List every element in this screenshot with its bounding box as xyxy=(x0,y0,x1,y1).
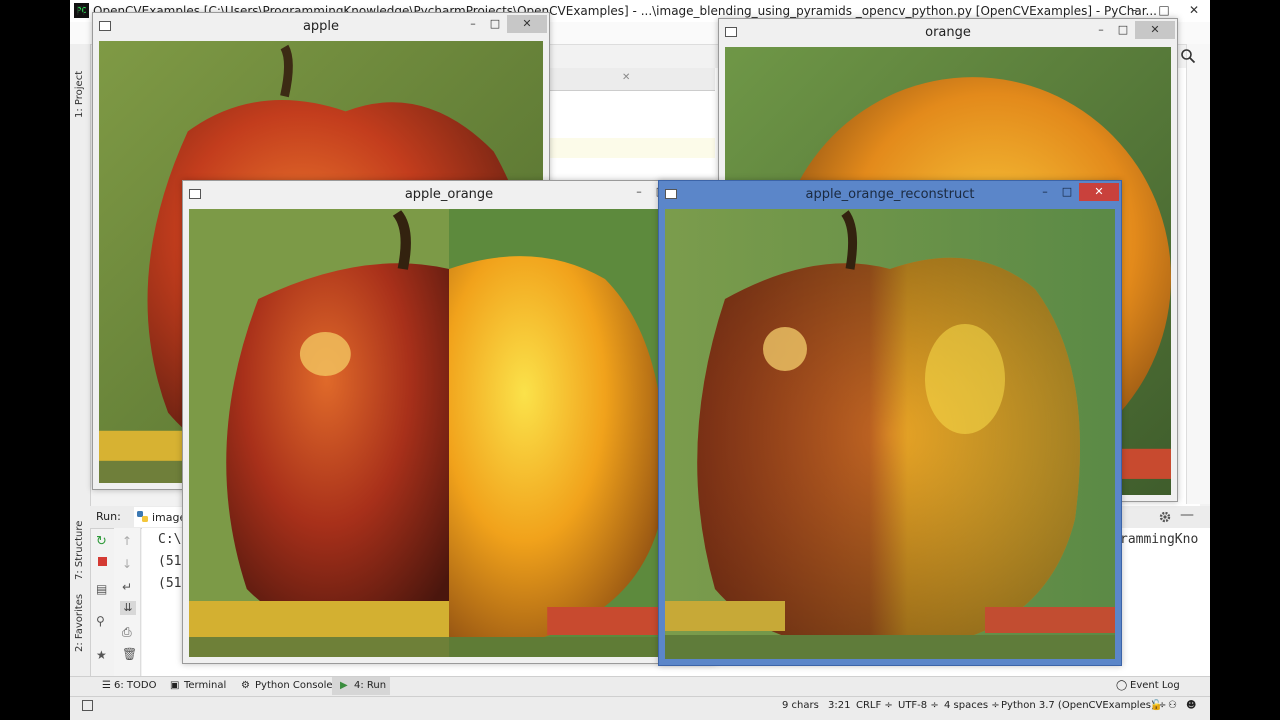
status-selection: 9 chars xyxy=(782,700,819,711)
maximize-button[interactable]: □ xyxy=(1113,21,1133,39)
maximize-button[interactable]: □ xyxy=(485,15,505,33)
close-button[interactable]: ✕ xyxy=(1079,183,1119,201)
rerun-icon[interactable]: ↻ xyxy=(96,534,107,549)
tab-favorites[interactable]: 2: Favorites xyxy=(74,594,85,652)
pin-icon[interactable]: ⚲ xyxy=(96,614,105,628)
minimize-button[interactable]: – xyxy=(1091,21,1111,39)
python-file-icon xyxy=(137,511,148,522)
favorites-star-icon[interactable]: ★ xyxy=(96,648,107,662)
window-orange-titlebar[interactable]: orange – □ ✕ xyxy=(719,19,1177,47)
run-panel-label: Run: xyxy=(96,510,121,523)
window-reconstruct-titlebar[interactable]: apple_orange_reconstruct – □ ✕ xyxy=(659,181,1121,209)
minimize-button[interactable]: – xyxy=(629,183,649,201)
search-icon[interactable] xyxy=(1180,48,1196,64)
layout-icon[interactable]: ▤ xyxy=(96,582,107,596)
tool-terminal[interactable]: Terminal xyxy=(184,680,226,691)
terminal-icon: ▣ xyxy=(170,680,180,691)
inspector-icon[interactable]: ☻ xyxy=(1186,700,1196,711)
tool-python-console[interactable]: Python Console xyxy=(255,680,333,691)
apple-orange-image-graphic xyxy=(189,209,709,657)
status-indent[interactable]: 4 spaces ÷ xyxy=(944,700,1000,711)
hide-panel-icon[interactable]: — xyxy=(1180,507,1194,523)
status-line-separator[interactable]: CRLF ÷ xyxy=(856,700,893,711)
stop-icon[interactable] xyxy=(98,557,107,566)
editor-tab-bar xyxy=(550,68,715,91)
tab-project[interactable]: 1: Project xyxy=(74,71,85,118)
tool-todo[interactable]: 6: TODO xyxy=(114,680,156,691)
run-tool-icon: ▶ xyxy=(340,680,348,691)
console-line: C:\ xyxy=(158,532,182,547)
ide-close-button[interactable]: ✕ xyxy=(1180,0,1208,20)
status-caret-position[interactable]: 3:21 xyxy=(828,700,850,711)
todo-icon: ☰ xyxy=(102,680,111,691)
editor-tab-close-icon[interactable]: ✕ xyxy=(622,72,630,83)
git-icon[interactable]: ⚇ xyxy=(1168,700,1177,711)
editor-current-line xyxy=(550,138,715,158)
gear-icon[interactable] xyxy=(1158,510,1172,524)
ide-maximize-button[interactable]: □ xyxy=(1150,0,1178,20)
console-line: rammingKno xyxy=(1120,532,1199,547)
event-log-icon: ◯ xyxy=(1116,680,1128,691)
editor-right-gutter xyxy=(1186,44,1210,504)
close-button[interactable]: ✕ xyxy=(507,15,547,33)
left-tool-strip xyxy=(70,44,91,676)
scroll-to-end-icon[interactable]: ⇊ xyxy=(120,601,136,615)
scroll-down-icon[interactable]: ↓ xyxy=(122,557,132,571)
status-interpreter[interactable]: Python 3.7 (OpenCVExamples) ÷ xyxy=(1001,700,1166,711)
print-icon[interactable]: ⎙ xyxy=(122,625,132,640)
tab-structure[interactable]: 7: Structure xyxy=(74,521,85,580)
status-encoding[interactable]: UTF-8 ÷ xyxy=(898,700,939,711)
soft-wrap-icon[interactable]: ↵ xyxy=(122,580,132,594)
apple-orange-image xyxy=(189,209,709,657)
desktop-screen: PC OpenCVExamples [C:\Users\ProgrammingK… xyxy=(70,0,1210,720)
ide-minimize-button[interactable]: – xyxy=(1120,0,1148,20)
minimize-button[interactable]: – xyxy=(1035,183,1055,201)
window-apple-orange-reconstruct[interactable]: apple_orange_reconstruct – □ ✕ xyxy=(658,180,1122,666)
python-console-icon: ⚙ xyxy=(241,680,250,691)
tool-run[interactable]: 4: Run xyxy=(354,680,386,691)
reconstruct-image-graphic xyxy=(665,209,1115,659)
scroll-up-icon[interactable]: ↑ xyxy=(122,534,132,548)
window-apple-orange[interactable]: apple_orange – □ ✕ xyxy=(182,180,716,664)
console-line: (51 xyxy=(158,576,182,591)
status-toggle-icon[interactable] xyxy=(82,700,93,711)
console-line: (51 xyxy=(158,554,182,569)
minimize-button[interactable]: – xyxy=(463,15,483,33)
reconstruct-image xyxy=(665,209,1115,659)
trash-icon[interactable]: 🗑 xyxy=(122,647,137,661)
window-apple-orange-titlebar[interactable]: apple_orange – □ ✕ xyxy=(183,181,715,209)
window-apple-titlebar[interactable]: apple – □ ✕ xyxy=(93,13,549,41)
menu-file[interactable]: Fi xyxy=(76,4,85,18)
lock-icon[interactable]: 🔓 xyxy=(1150,700,1162,711)
maximize-button[interactable]: □ xyxy=(1057,183,1077,201)
tool-event-log[interactable]: Event Log xyxy=(1130,680,1180,691)
close-button[interactable]: ✕ xyxy=(1135,21,1175,39)
